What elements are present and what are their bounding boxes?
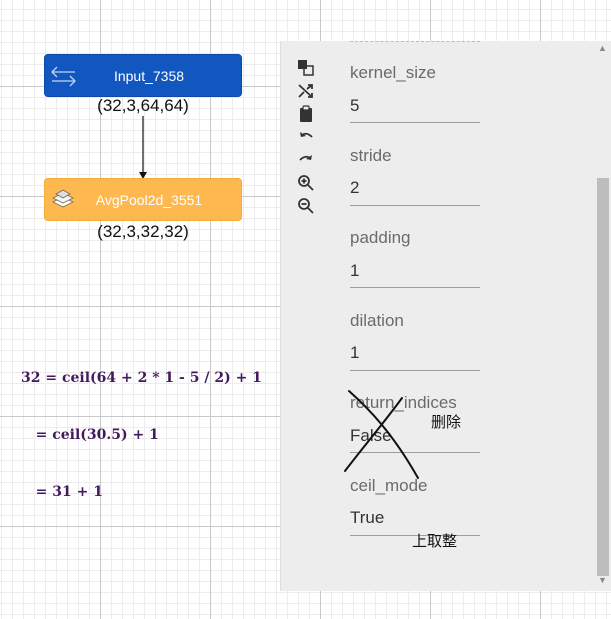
handwritten-note-delete: 删除 <box>431 414 462 431</box>
handwritten-cross-mark <box>344 390 419 479</box>
handwritten-note-ceil: 上取整 <box>412 533 458 550</box>
